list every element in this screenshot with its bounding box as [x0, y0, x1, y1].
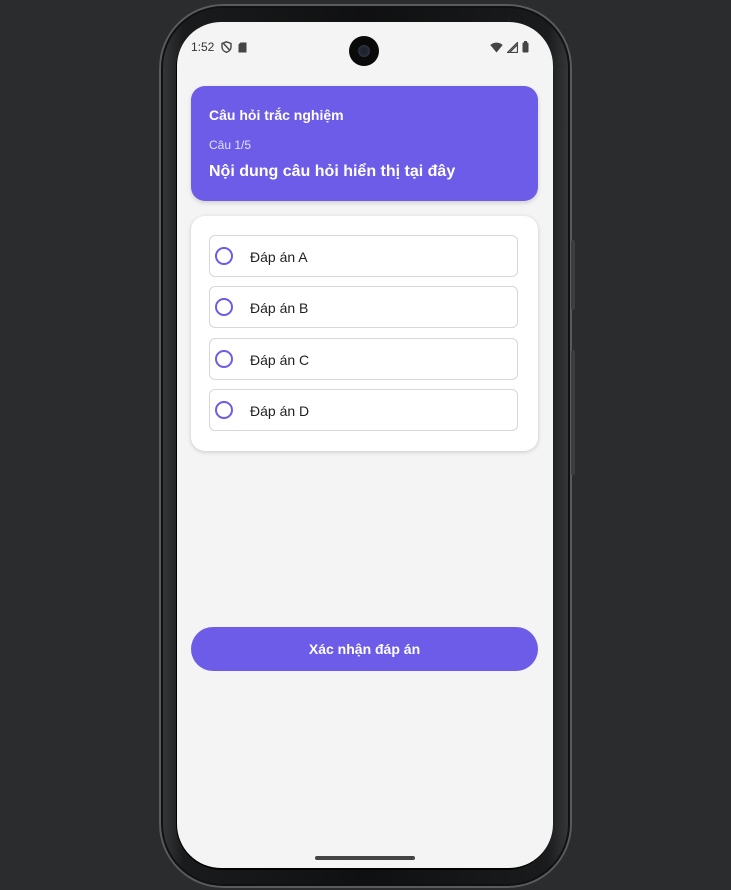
status-time: 1:52: [191, 40, 215, 54]
power-button: [571, 240, 575, 310]
shield-icon: [221, 40, 232, 58]
radio-button-icon[interactable]: [215, 350, 233, 368]
answer-option-c[interactable]: Đáp án C: [209, 338, 518, 380]
sd-card-icon: [238, 40, 247, 58]
answer-option-a[interactable]: Đáp án A: [209, 235, 518, 277]
question-progress: Câu 1/5: [209, 138, 252, 152]
answer-option-label: Đáp án A: [250, 249, 308, 265]
radio-button-icon[interactable]: [215, 298, 233, 316]
volume-button: [571, 350, 575, 475]
quiz-title: Câu hỏi trắc nghiệm: [209, 107, 344, 123]
front-camera: [349, 36, 379, 66]
status-right-icons: [490, 40, 529, 58]
submit-answer-button[interactable]: Xác nhận đáp án: [191, 627, 538, 671]
answer-option-label: Đáp án B: [250, 300, 309, 316]
cellular-signal-icon: [505, 40, 519, 58]
answer-option-b[interactable]: Đáp án B: [209, 286, 518, 328]
question-header-card: Câu hỏi trắc nghiệm Câu 1/5 Nội dung câu…: [191, 86, 538, 201]
radio-button-icon[interactable]: [215, 247, 233, 265]
question-text: Nội dung câu hỏi hiển thị tại đây: [209, 163, 456, 180]
answer-option-d[interactable]: Đáp án D: [209, 389, 518, 431]
wifi-icon: [490, 40, 503, 58]
battery-icon: [522, 40, 529, 58]
answer-option-label: Đáp án C: [250, 352, 310, 368]
answer-option-label: Đáp án D: [250, 403, 310, 419]
status-bar: 1:52: [177, 22, 553, 72]
radio-button-icon[interactable]: [215, 401, 233, 419]
answer-options-card: Đáp án A Đáp án B Đáp án C Đáp án D: [191, 216, 538, 451]
app-screen: 1:52 Câu hỏi trắc nghiệm Câu 1/5 Nội dun…: [177, 22, 553, 868]
device-frame: 1:52 Câu hỏi trắc nghiệm Câu 1/5 Nội dun…: [0, 0, 731, 890]
status-left-icons: [221, 40, 247, 58]
home-indicator[interactable]: [315, 856, 415, 860]
